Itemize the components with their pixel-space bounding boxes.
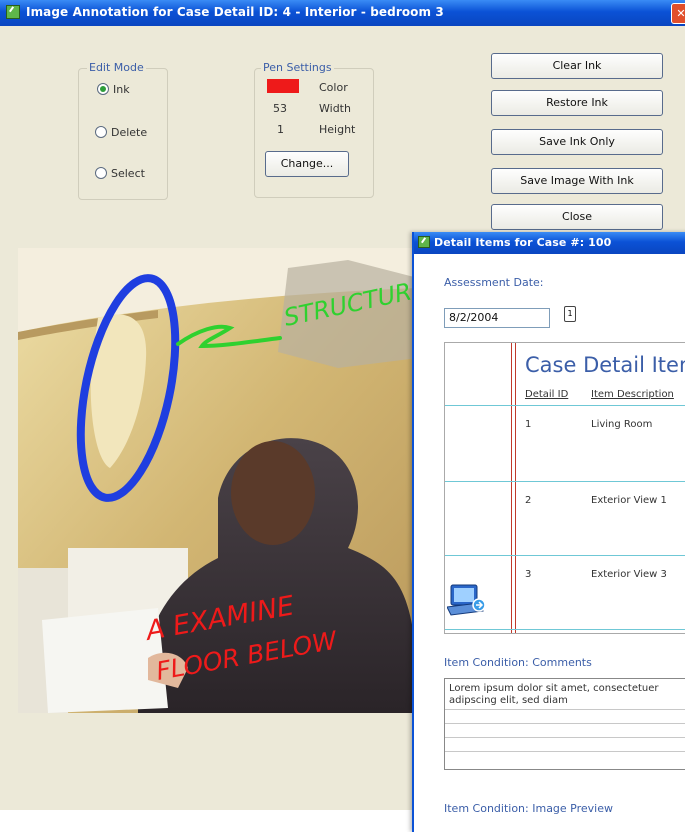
annotation-titlebar[interactable]: Image Annotation for Case Detail ID: 4 -… (0, 0, 685, 26)
photo-svg: STRUCTURE A EXAMINE FLOOR BELOW (18, 248, 418, 713)
radio-ink-button[interactable] (97, 83, 109, 95)
col-header-item-description[interactable]: Item Description (591, 389, 674, 400)
comment-line (445, 709, 685, 710)
assessment-date-input[interactable]: 8/2/2004 (444, 308, 550, 328)
save-ink-only-button[interactable]: Save Ink Only (491, 129, 663, 155)
grid-divider (515, 343, 516, 633)
clear-ink-button[interactable]: Clear Ink (491, 53, 663, 79)
app-icon (418, 236, 430, 248)
image-preview-label: Item Condition: Image Preview (444, 802, 613, 815)
edit-mode-group: Edit Mode Ink Delete Select (78, 61, 168, 200)
row-item-description: Exterior View 1 (591, 495, 667, 506)
row-item-description: Living Room (591, 419, 653, 430)
comment-line (445, 723, 685, 724)
row-detail-id: 2 (525, 495, 532, 506)
case-detail-items-grid: Case Detail Items Detail ID Item Descrip… (444, 342, 685, 634)
row-separator (445, 405, 685, 406)
row-separator (445, 629, 685, 630)
row-detail-id: 3 (525, 569, 532, 580)
col-header-detail-id[interactable]: Detail ID (525, 389, 568, 400)
assessment-date-label: Assessment Date: (444, 276, 544, 289)
pen-color-label: Color (319, 81, 348, 94)
app-icon (6, 5, 20, 19)
radio-delete-button[interactable] (95, 126, 107, 138)
comment-line (445, 751, 685, 752)
row-separator (445, 481, 685, 482)
save-image-with-ink-button[interactable]: Save Image With Ink (491, 168, 663, 194)
comments-textarea[interactable]: Lorem ipsum dolor sit amet, consectetuer… (444, 678, 685, 770)
pen-height-value: 1 (277, 123, 284, 136)
pen-height-label: Height (319, 123, 356, 136)
radio-select-label: Select (111, 167, 145, 180)
row-item-description: Exterior View 3 (591, 569, 667, 580)
row-detail-id: 1 (525, 419, 532, 430)
radio-ink-label: Ink (113, 83, 130, 96)
detail-window-title: Detail Items for Case #: 100 (434, 236, 612, 249)
window-close-icon[interactable]: ✕ (671, 3, 685, 24)
change-pen-button[interactable]: Change... (265, 151, 349, 177)
grid-title: Case Detail Items (525, 353, 685, 377)
restore-ink-button[interactable]: Restore Ink (491, 90, 663, 116)
person-head (231, 441, 315, 545)
radio-select-button[interactable] (95, 167, 107, 179)
comment-line (445, 737, 685, 738)
row-separator (445, 555, 685, 556)
pen-width-label: Width (319, 102, 351, 115)
computer-image-icon (447, 584, 486, 616)
pen-settings-legend: Pen Settings (261, 61, 334, 74)
comments-label: Item Condition: Comments (444, 656, 592, 669)
close-button[interactable]: Close (491, 204, 663, 230)
edit-mode-legend: Edit Mode (87, 61, 146, 74)
radio-select[interactable]: Select (95, 167, 145, 180)
grid-divider (511, 343, 512, 633)
radio-delete[interactable]: Delete (95, 126, 147, 139)
detail-titlebar[interactable]: Detail Items for Case #: 100 (414, 232, 685, 254)
calendar-icon[interactable]: 1 (564, 306, 576, 322)
annotation-window-title: Image Annotation for Case Detail ID: 4 -… (26, 5, 444, 19)
radio-ink[interactable]: Ink (97, 83, 130, 96)
detail-items-window: Detail Items for Case #: 100 Assessment … (412, 232, 685, 832)
radio-delete-label: Delete (111, 126, 148, 139)
comments-text: Lorem ipsum dolor sit amet, consectetuer… (449, 683, 659, 706)
pen-settings-group: Pen Settings Color 53 Width 1 Height Cha… (254, 61, 374, 198)
pen-color-swatch (267, 79, 299, 93)
annotated-image-canvas[interactable]: STRUCTURE A EXAMINE FLOOR BELOW (18, 248, 418, 713)
pen-width-value: 53 (273, 102, 287, 115)
